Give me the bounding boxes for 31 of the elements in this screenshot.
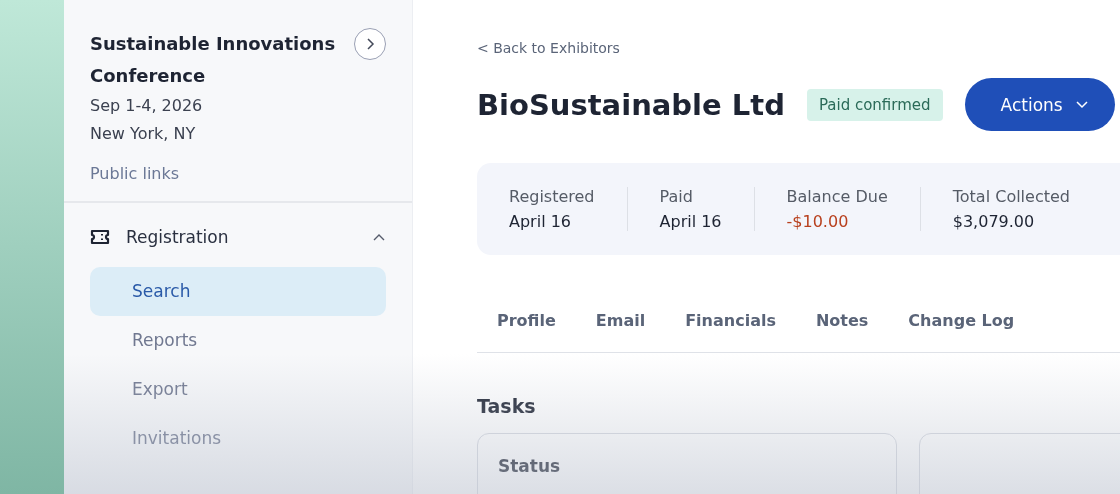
stat-label: Balance Due [786,187,888,206]
tab[interactable]: Email [575,311,666,330]
stat-value: April 16 [509,212,572,231]
tab[interactable]: Financials [665,311,796,330]
stat-value: -$10.00 [786,212,850,231]
tab[interactable]: Notes [795,311,889,330]
status-badge: Paid confirmed [806,88,943,121]
stat-value: April 16 [659,212,722,231]
event-location: New York, NY [90,123,197,145]
event-dates: Sep 1-4, 2026 [90,95,204,117]
page-title: BioSustainable Ltd [477,87,785,122]
stat-label: Paid [659,187,694,206]
caret-icon [1074,99,1089,110]
nav-item[interactable]: Export [90,365,386,414]
chevron-right-icon[interactable] [354,28,386,60]
caret-icon [372,232,386,242]
card-heading: Status [498,456,561,476]
ticket-icon [90,229,110,245]
actions-button[interactable]: Actions [964,78,1115,131]
nav-item[interactable]: Reports [90,316,386,365]
stat-value: $3,079.00 [952,212,1036,231]
nav-item[interactable]: Search [90,267,386,316]
tab[interactable]: Profile [477,311,576,330]
stat-label: Total Collected [952,187,1070,206]
public-links[interactable]: Public links [90,164,386,183]
back-link[interactable]: < Back to Exhibitors [477,40,1120,56]
section-heading: Tasks [477,395,537,417]
tab[interactable]: Change Log [888,311,1035,330]
stat-label: Registered [509,187,595,206]
nav-section[interactable]: Registration [64,203,412,267]
event-name: Sustainable Innovations Conference [90,32,337,88]
